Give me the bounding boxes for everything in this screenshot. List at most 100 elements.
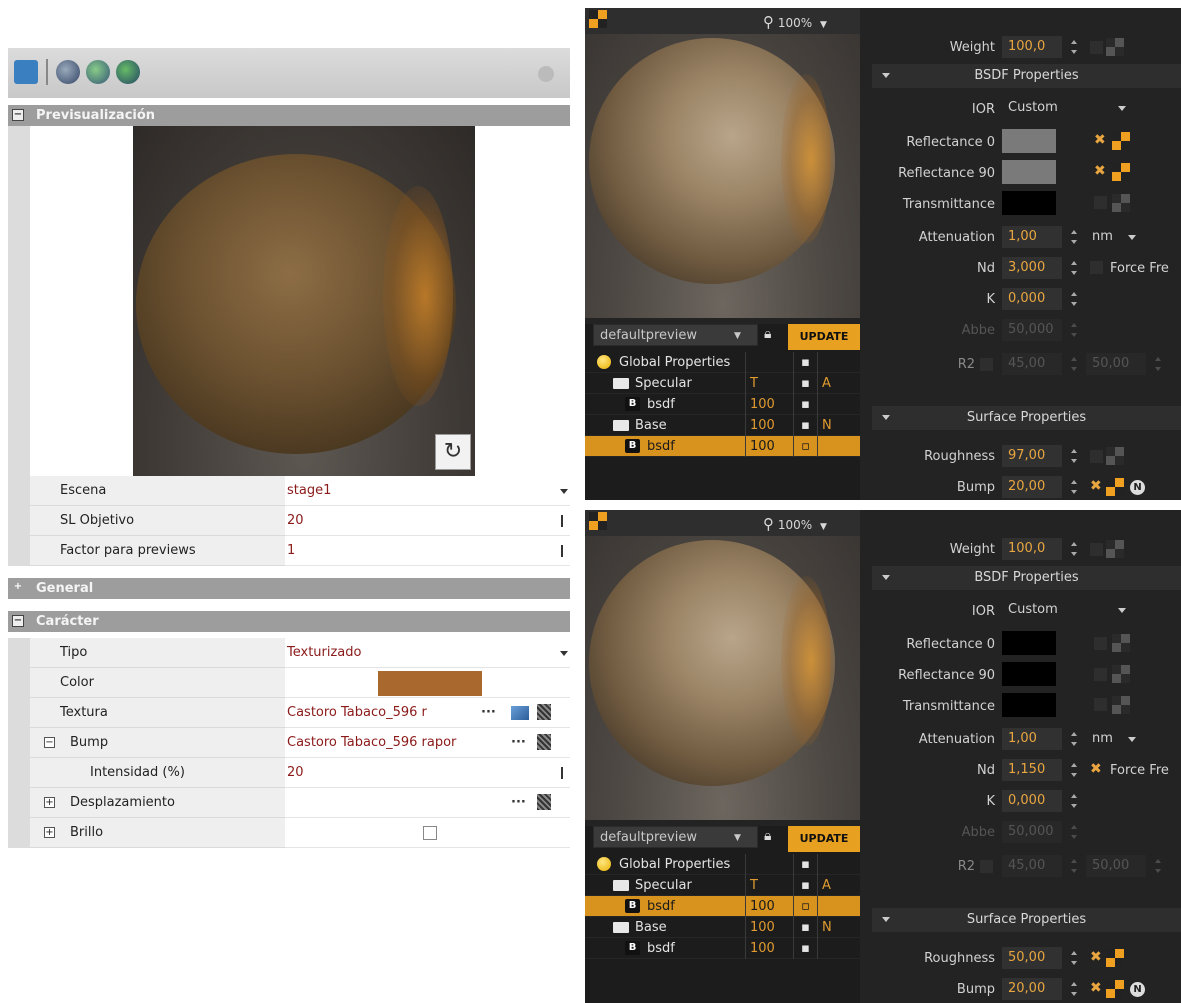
normal-map-icon[interactable]: N (1130, 982, 1145, 997)
layer-tree-row[interactable]: Base 100 ▪ N (585, 415, 860, 436)
bsdf-properties-header[interactable]: BSDF Properties (872, 566, 1181, 590)
spinner-icon[interactable] (1070, 951, 1078, 965)
layer-visibility[interactable]: ▪ (793, 917, 817, 938)
sl-input[interactable]: 20 (285, 506, 570, 536)
bump-map-icon[interactable] (1106, 478, 1124, 496)
remove-map-icon[interactable]: ✖ (1090, 949, 1102, 965)
layer-tree-row[interactable]: Bbsdf 100 ▫ (585, 436, 860, 457)
clear-icon[interactable] (537, 734, 551, 750)
transmittance-map-icon[interactable] (1112, 194, 1130, 212)
reflectance0-swatch[interactable] (1002, 631, 1056, 655)
roughness-map-toggle[interactable] (1090, 450, 1103, 463)
layer-tree-row[interactable]: Specular T ▪ A (585, 875, 860, 896)
surface-properties-header[interactable]: Surface Properties (872, 406, 1181, 430)
weight-map-icon[interactable] (1106, 38, 1124, 56)
weight-input[interactable]: 100,0 (1002, 538, 1062, 560)
transmittance-swatch[interactable] (1002, 191, 1056, 215)
spinner-icon[interactable] (1070, 732, 1078, 746)
chevron-down-icon[interactable]: ▼ (734, 827, 741, 849)
attenuation-unit-select[interactable]: nm (1086, 728, 1142, 750)
weight-map-toggle[interactable] (1090, 543, 1103, 556)
spinner-icon[interactable] (1070, 40, 1078, 54)
attenuation-input[interactable]: 1,00 (1002, 226, 1062, 248)
roughness-map-icon[interactable] (1106, 447, 1124, 465)
ior-select[interactable]: Custom (1002, 599, 1132, 621)
spinner-icon[interactable] (1070, 542, 1078, 556)
chevron-down-icon[interactable] (560, 651, 568, 656)
remove-map-icon[interactable]: ✖ (1094, 163, 1106, 179)
clear-icon[interactable] (537, 704, 551, 720)
remove-map-icon[interactable] (1094, 637, 1107, 650)
spinner-icon[interactable] (1070, 794, 1078, 808)
section-general[interactable]: + General (8, 578, 570, 599)
remove-map-icon[interactable]: ✖ (1094, 132, 1106, 148)
spinner-icon[interactable] (1070, 480, 1078, 494)
textura-field[interactable]: Castoro Tabaco_596 r ··· (285, 698, 570, 728)
refresh-icon[interactable]: ↻ (435, 434, 471, 470)
expand-icon[interactable]: + (44, 797, 55, 808)
section-character[interactable]: − Carácter (8, 611, 570, 632)
reflectance0-swatch[interactable] (1002, 129, 1056, 153)
weight-map-icon[interactable] (1106, 540, 1124, 558)
bump-input[interactable]: 20,00 (1002, 978, 1062, 1000)
image-edit-icon[interactable] (511, 706, 529, 720)
spinner-icon[interactable] (1070, 261, 1078, 275)
spinner-icon[interactable] (561, 767, 568, 779)
spinner-icon[interactable] (1070, 292, 1078, 306)
layer-visibility[interactable]: ▪ (793, 875, 817, 896)
settings-icon[interactable] (538, 66, 554, 82)
collapse-icon[interactable]: − (12, 615, 24, 627)
spinner-icon[interactable] (1070, 230, 1078, 244)
layer-visibility[interactable]: ▪ (793, 938, 817, 959)
spinner-icon[interactable] (561, 515, 568, 527)
scene-select[interactable]: stage1 (285, 476, 570, 506)
transmittance-map-toggle[interactable] (1094, 698, 1107, 711)
transmittance-swatch[interactable] (1002, 693, 1056, 717)
globe-icon[interactable] (86, 60, 110, 84)
weight-input[interactable]: 100,0 (1002, 36, 1062, 58)
spinner-icon[interactable] (561, 545, 568, 557)
ior-select[interactable]: Custom (1002, 97, 1132, 119)
attenuation-input[interactable]: 1,00 (1002, 728, 1062, 750)
force-fresnel-checkbox[interactable]: ✖ (1090, 761, 1102, 777)
layer-tree-row[interactable]: Global Properties ▪ (585, 854, 860, 875)
nd-input[interactable]: 1,150 (1002, 759, 1062, 781)
bump-field[interactable]: Castoro Tabaco_596 rapor ··· (285, 728, 570, 758)
roughness-input[interactable]: 50,00 (1002, 947, 1062, 969)
r2-checkbox[interactable] (980, 358, 993, 371)
chevron-down-icon[interactable]: ▼ (820, 20, 827, 30)
clear-icon[interactable] (537, 794, 551, 810)
roughness-map-icon[interactable] (1106, 949, 1124, 967)
checker-icon[interactable] (589, 10, 607, 28)
r2-checkbox[interactable] (980, 860, 993, 873)
layer-visibility[interactable]: ▪ (793, 415, 817, 436)
browse-button[interactable]: ··· (511, 728, 526, 758)
roughness-input[interactable]: 97,00 (1002, 445, 1062, 467)
k-input[interactable]: 0,000 (1002, 790, 1062, 812)
info-icon[interactable] (56, 60, 80, 84)
section-preview[interactable]: − Previsualización (8, 105, 570, 126)
preview-scene-select[interactable]: defaultpreview ▼ (593, 826, 758, 848)
spinner-icon[interactable] (1070, 982, 1078, 996)
k-input[interactable]: 0,000 (1002, 288, 1062, 310)
collapse-icon[interactable]: − (12, 109, 24, 121)
collapse-icon[interactable]: − (44, 737, 55, 748)
spinner-icon[interactable] (1070, 763, 1078, 777)
browse-button[interactable]: ··· (481, 698, 496, 728)
layer-tree-row[interactable]: Specular T ▪ A (585, 373, 860, 394)
layer-tree-row[interactable]: Global Properties ▪ (585, 352, 860, 373)
checker-icon[interactable] (589, 512, 607, 530)
layer-visibility[interactable]: ▪ (793, 854, 817, 875)
tipo-select[interactable]: Texturizado (285, 638, 570, 668)
update-button[interactable]: UPDATE (788, 826, 860, 852)
layer-tree-row[interactable]: Bbsdf 100 ▪ (585, 938, 860, 959)
preview-scene-select[interactable]: defaultpreview ▼ (593, 324, 758, 346)
transmittance-map-icon[interactable] (1112, 696, 1130, 714)
bump-input[interactable]: 20,00 (1002, 476, 1062, 498)
remove-map-icon[interactable]: ✖ (1090, 478, 1102, 494)
desplazamiento-field[interactable]: ··· (285, 788, 570, 818)
normal-map-icon[interactable]: N (1130, 480, 1145, 495)
expand-icon[interactable]: + (44, 827, 55, 838)
spinner-icon[interactable] (1070, 449, 1078, 463)
lock-icon[interactable]: 🔒︎ (764, 828, 771, 844)
